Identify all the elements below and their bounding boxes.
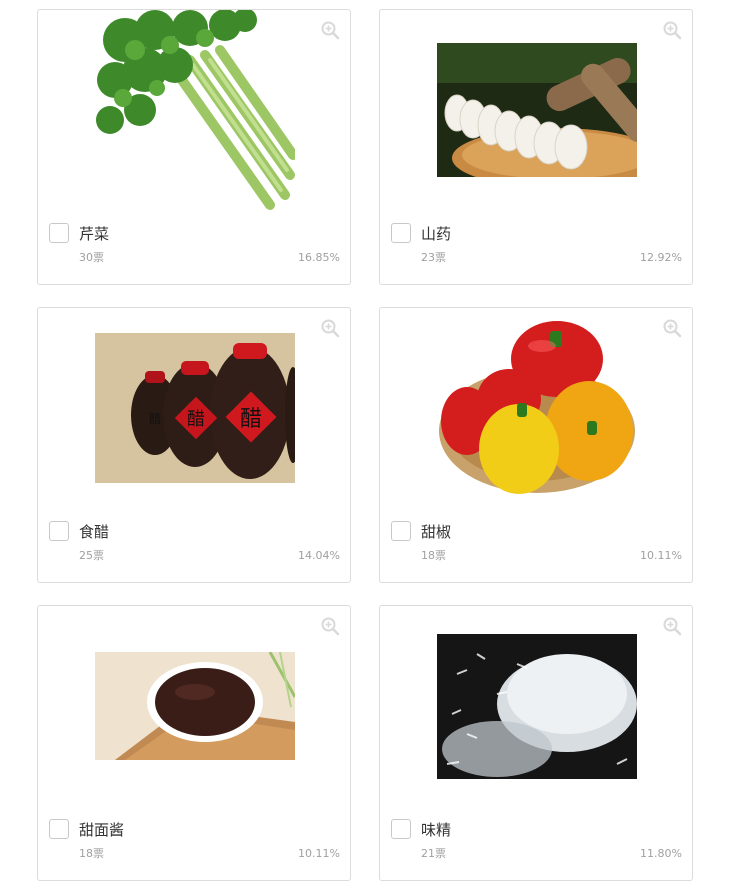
vote-card-celery: 芹菜 30票 16.85%: [37, 9, 351, 285]
vote-checkbox[interactable]: [391, 223, 411, 243]
celery-image[interactable]: [95, 10, 295, 210]
vote-grid: 芹菜 30票 16.85% 山药 23票 12.92% 醋 醋 醋 食醋 25票…: [0, 0, 736, 891]
vote-percent: 12.92%: [640, 251, 682, 264]
svg-text:醋: 醋: [240, 407, 262, 432]
vote-checkbox[interactable]: [391, 521, 411, 541]
option-name: 味精: [421, 821, 452, 839]
vote-count: 18票: [421, 549, 446, 562]
zoom-in-icon[interactable]: [662, 616, 682, 636]
zoom-in-icon[interactable]: [320, 20, 340, 40]
vote-card-yam: 山药 23票 12.92%: [379, 9, 693, 285]
vote-percent: 10.11%: [640, 549, 682, 562]
vinegar-image[interactable]: 醋 醋 醋: [95, 308, 295, 508]
yam-image[interactable]: [437, 10, 637, 210]
vote-checkbox[interactable]: [49, 223, 69, 243]
vote-card-sweet-bean-sauce: 甜面酱 18票 10.11%: [37, 605, 351, 881]
vote-card-vinegar: 醋 醋 醋 食醋 25票 14.04%: [37, 307, 351, 583]
option-name: 山药: [421, 225, 452, 243]
vote-checkbox[interactable]: [49, 819, 69, 839]
option-name: 食醋: [79, 523, 110, 541]
vote-count: 18票: [79, 847, 104, 860]
vote-checkbox[interactable]: [49, 521, 69, 541]
msg-image[interactable]: [437, 606, 637, 806]
zoom-in-icon[interactable]: [662, 20, 682, 40]
option-name: 甜椒: [421, 523, 452, 541]
svg-text:醋: 醋: [187, 409, 205, 430]
vote-count: 23票: [421, 251, 446, 264]
vote-percent: 14.04%: [298, 549, 340, 562]
vote-percent: 10.11%: [298, 847, 340, 860]
sweet-bean-sauce-image[interactable]: [95, 606, 295, 806]
vote-card-sweet-pepper: 甜椒 18票 10.11%: [379, 307, 693, 583]
zoom-in-icon[interactable]: [320, 616, 340, 636]
vote-percent: 16.85%: [298, 251, 340, 264]
zoom-in-icon[interactable]: [662, 318, 682, 338]
vote-count: 25票: [79, 549, 104, 562]
svg-text:醋: 醋: [149, 411, 161, 426]
sweet-pepper-image[interactable]: [437, 308, 637, 508]
option-name: 甜面酱: [79, 821, 125, 839]
vote-count: 30票: [79, 251, 104, 264]
zoom-in-icon[interactable]: [320, 318, 340, 338]
vote-card-msg: 味精 21票 11.80%: [379, 605, 693, 881]
vote-percent: 11.80%: [640, 847, 682, 860]
option-name: 芹菜: [79, 225, 110, 243]
vote-count: 21票: [421, 847, 446, 860]
vote-checkbox[interactable]: [391, 819, 411, 839]
